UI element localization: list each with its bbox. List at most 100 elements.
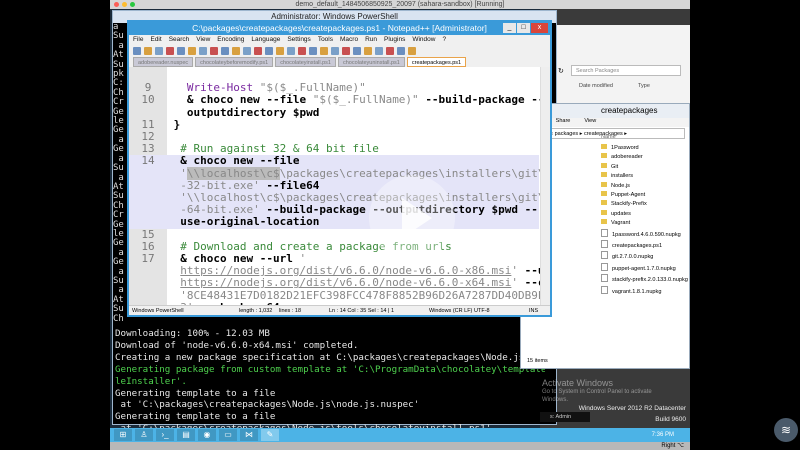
vertical-scrollbar[interactable] xyxy=(540,67,550,305)
toolbar-button-icon[interactable] xyxy=(188,47,196,55)
toolbar-button-icon[interactable] xyxy=(133,47,141,55)
close-dot-icon[interactable] xyxy=(114,2,119,7)
toolbar-button-icon[interactable] xyxy=(397,47,405,55)
menu-item[interactable]: Settings xyxy=(287,35,311,45)
folder-item[interactable]: Stackify-Prefix xyxy=(601,200,690,209)
zoom-dot-icon[interactable] xyxy=(130,2,135,7)
menu-item[interactable]: Encoding xyxy=(217,35,244,45)
visual-studio-icon[interactable]: ⋈ xyxy=(240,429,258,441)
file-item[interactable]: createpackages.ps1 xyxy=(601,240,690,251)
powershell-icon[interactable]: ›_ xyxy=(156,429,174,441)
tab-chocolateyinstall-ps1[interactable]: chocolateyinstall.ps1 xyxy=(275,57,336,67)
toolbar-button-icon[interactable] xyxy=(331,47,339,55)
col-type[interactable]: Type xyxy=(638,83,650,89)
menu-item[interactable]: Tools xyxy=(318,35,333,45)
toolbar-button-icon[interactable] xyxy=(166,47,174,55)
toolbar-button-icon[interactable] xyxy=(287,47,295,55)
menu-item[interactable]: Language xyxy=(251,35,280,45)
code-editor[interactable]: 9 Write-Host "$($_.FullName)" 10 & choco … xyxy=(129,67,550,305)
folder-item[interactable]: Node.js xyxy=(601,182,690,191)
folder-item[interactable]: installers xyxy=(601,172,690,181)
console-line: Generating package from custom template … xyxy=(115,363,545,375)
window-title: C:\packages\createpackages\createpackage… xyxy=(192,23,487,33)
toolbar-button-icon[interactable] xyxy=(364,47,372,55)
close-button[interactable]: x xyxy=(531,23,548,33)
remote-desktop-icon[interactable]: ▭ xyxy=(219,429,237,441)
tab-createpackages-ps1[interactable]: createpackages.ps1 xyxy=(406,57,467,67)
file-item[interactable]: git.2.7.0.0.nupkg xyxy=(601,251,690,262)
console-line: leInstaller'. xyxy=(115,375,187,387)
console-line: Download of 'node-v6.6.0-x64.msi' comple… xyxy=(115,339,359,351)
tab-chocolateybeforemodify-ps1[interactable]: chocolateybeforemodify.ps1 xyxy=(195,57,274,67)
refresh-icon[interactable]: ↻ xyxy=(558,67,566,75)
ribbon-tab[interactable]: View xyxy=(584,118,596,127)
toolbar-button-icon[interactable] xyxy=(144,47,152,55)
toolbar-button-icon[interactable] xyxy=(177,47,185,55)
menu-item[interactable]: Macro xyxy=(340,35,358,45)
file-explorer-icon[interactable]: ▤ xyxy=(177,429,195,441)
folder-item[interactable]: Puppet-Agent xyxy=(601,191,690,200)
layers-icon[interactable]: ≋ xyxy=(774,418,798,442)
console-line: Generating template to a file xyxy=(115,411,276,423)
toolbar-button-icon[interactable] xyxy=(342,47,350,55)
status-filetype: Windows PowerShell xyxy=(132,308,184,314)
menu-item[interactable]: Run xyxy=(365,35,377,45)
toolbar-button-icon[interactable] xyxy=(199,47,207,55)
file-item[interactable]: puppet-agent.1.7.0.nupkg xyxy=(601,263,690,274)
play-overlay-icon[interactable] xyxy=(369,175,455,261)
toolbar-button-icon[interactable] xyxy=(221,47,229,55)
menu-item[interactable]: File xyxy=(133,35,143,45)
toolbar-button-icon[interactable] xyxy=(155,47,163,55)
activate-title: Activate Windows xyxy=(542,378,614,388)
menu-item[interactable]: View xyxy=(196,35,210,45)
menu-item[interactable]: Search xyxy=(169,35,190,45)
toolbar-button-icon[interactable] xyxy=(353,47,361,55)
tab-chocolateyuninstall-ps1[interactable]: chocolateyuninstall.ps1 xyxy=(338,57,405,67)
status-mode: INS xyxy=(529,308,539,314)
toolbar-button-icon[interactable] xyxy=(375,47,383,55)
toolbar-button-icon[interactable] xyxy=(298,47,306,55)
minimize-dot-icon[interactable] xyxy=(122,2,127,7)
toolbar-button-icon[interactable] xyxy=(386,47,394,55)
toolbar-button-icon[interactable] xyxy=(265,47,273,55)
notepadpp-window[interactable]: C:\packages\createpackages\createpackage… xyxy=(127,20,552,317)
status-position: Ln : 14 Col : 35 Sel : 14 | 1 xyxy=(329,308,395,314)
toolbar-button-icon[interactable] xyxy=(210,47,218,55)
folder-item[interactable]: Git xyxy=(601,163,690,172)
toolbar-button-icon[interactable] xyxy=(320,47,328,55)
file-item[interactable]: vagrant.1.8.1.nupkg xyxy=(601,286,690,297)
search-input[interactable]: Search Packages xyxy=(571,65,681,76)
notepadpp-icon[interactable]: ✎ xyxy=(261,429,279,441)
console-line: Downloading: 100% - 12.03 MB xyxy=(115,328,270,339)
menu-item[interactable]: Plugins xyxy=(384,35,405,45)
toolbar-button-icon[interactable] xyxy=(408,47,416,55)
toolbar-button-icon[interactable] xyxy=(309,47,317,55)
ribbon-tab[interactable]: Share xyxy=(556,118,571,127)
menu-item[interactable]: Edit xyxy=(150,35,161,45)
tab-adobereader-nuspec[interactable]: adobereader.nuspec xyxy=(133,57,194,67)
toolbar-button-icon[interactable] xyxy=(232,47,240,55)
col-name[interactable]: Name xyxy=(601,134,616,140)
menu-item[interactable]: ? xyxy=(442,35,446,45)
file-list: 1Password adobereader Git installers Node.js… xyxy=(601,144,690,297)
chrome-icon[interactable]: ◉ xyxy=(198,429,216,441)
windows-version: Windows Server 2012 R2 Datacenter Build … xyxy=(560,403,686,425)
minimize-button[interactable]: _ xyxy=(503,23,516,33)
toolbar-button-icon[interactable] xyxy=(254,47,262,55)
toolbar-button-icon[interactable] xyxy=(276,47,284,55)
col-date-modified[interactable]: Date modified xyxy=(579,83,613,89)
notepadpp-titlebar: C:\packages\createpackages\createpackage… xyxy=(129,22,550,35)
file-item[interactable]: stackify-prefix.2.0.133.0.nupkg xyxy=(601,274,690,285)
toolbar-button-icon[interactable] xyxy=(243,47,251,55)
folder-item[interactable]: 1Password xyxy=(601,144,690,153)
folder-item[interactable]: updates xyxy=(601,210,690,219)
code-content[interactable]: 9 Write-Host "$($_.FullName)" 10 & choco … xyxy=(129,70,550,305)
folder-item[interactable]: adobereader xyxy=(601,153,690,162)
start-icon[interactable]: ⊞ xyxy=(114,429,132,441)
file-item[interactable]: 1password.4.6.0.590.nupkg xyxy=(601,229,690,240)
maximize-button[interactable]: □ xyxy=(517,23,530,33)
folder-item[interactable]: Vagrant xyxy=(601,219,690,228)
vm-statusbar: Right ⌥ xyxy=(110,442,690,450)
server-manager-icon[interactable]: ♙ xyxy=(135,429,153,441)
menu-item[interactable]: Window xyxy=(412,35,435,45)
